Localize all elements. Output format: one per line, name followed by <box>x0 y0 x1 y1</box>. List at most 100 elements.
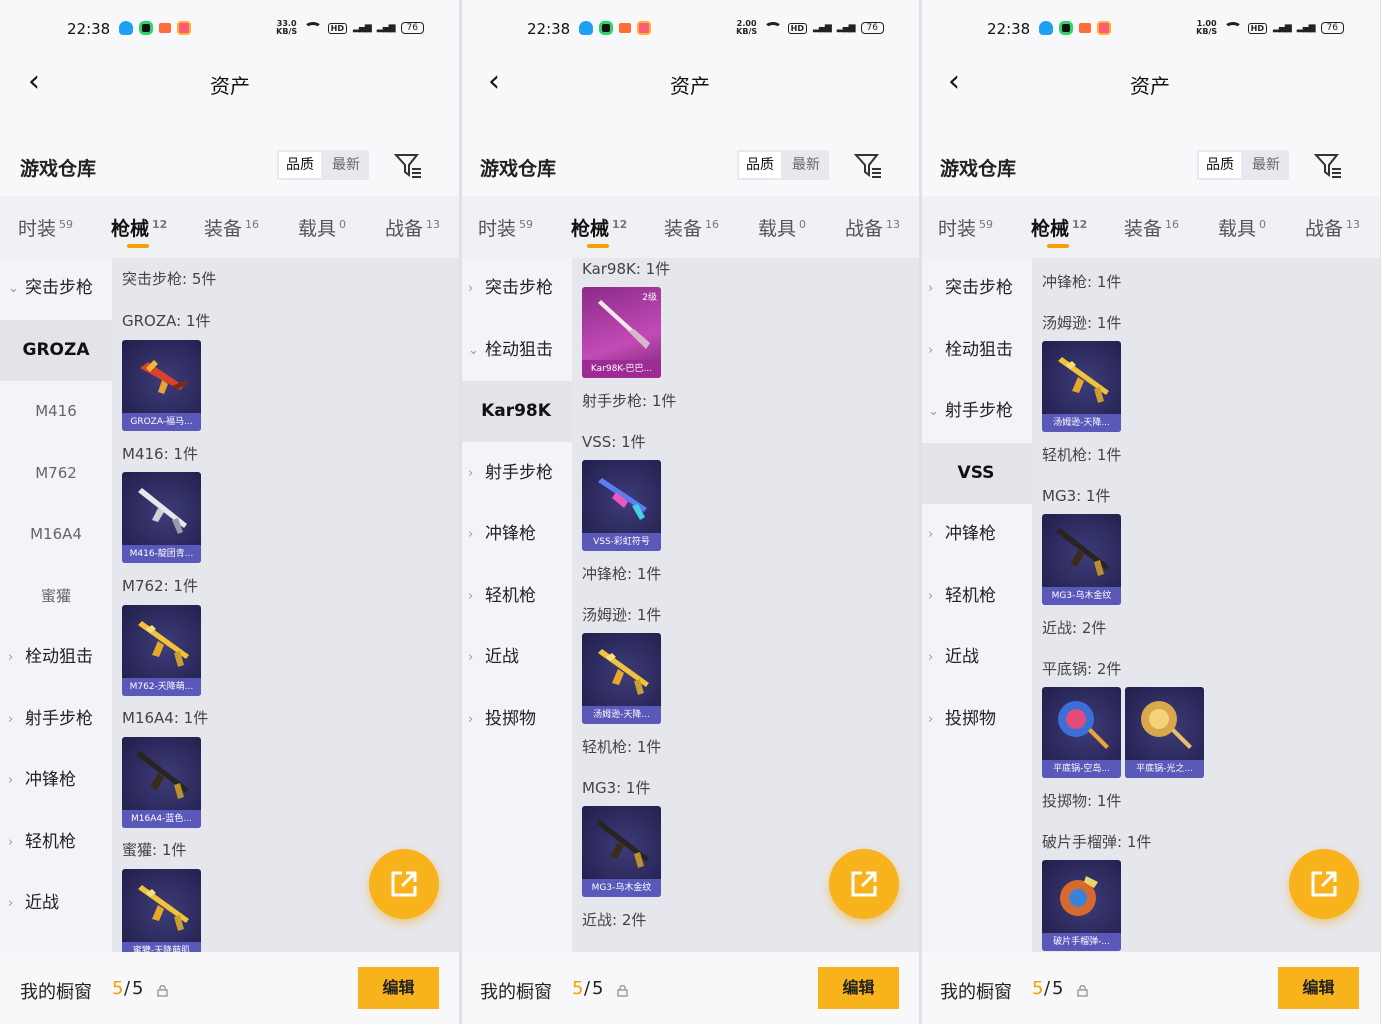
tab-2[interactable]: 装备 16 <box>1124 214 1179 241</box>
weapon-image <box>138 488 187 534</box>
chevron-right-icon: › <box>928 711 934 727</box>
edit-button[interactable]: 编辑 <box>1278 967 1359 1009</box>
skin-name-label: 汤姆逊-天降... <box>1042 414 1121 432</box>
sort-quality-button[interactable]: 品质 <box>1199 152 1241 178</box>
sidebar-category[interactable]: › 近战 <box>0 873 112 934</box>
group-heading: 突击步枪: 5件 <box>122 270 217 288</box>
weapon-skin-card[interactable]: 汤姆逊-天降... <box>582 633 661 724</box>
tab-0[interactable]: 时装 59 <box>938 214 993 241</box>
sidebar-category[interactable]: › 近战 <box>460 627 572 688</box>
chevron-right-icon: › <box>8 773 14 788</box>
sidebar-weapon-item[interactable]: VSS <box>920 442 1032 504</box>
showcase-total: 5 <box>1052 978 1064 999</box>
skin-name-label: MG3-乌木金纹 <box>1042 587 1121 605</box>
sidebar-category[interactable]: › 投掷物 <box>460 689 572 750</box>
filter-icon[interactable] <box>1313 150 1343 180</box>
edit-button[interactable]: 编辑 <box>818 967 899 1009</box>
sort-newest-button[interactable]: 最新 <box>1243 150 1289 180</box>
tab-4[interactable]: 战备 13 <box>845 214 900 241</box>
showcase-count: 5 <box>572 978 584 999</box>
tab-1[interactable]: 枪械 12 <box>1031 214 1087 248</box>
sidebar-category[interactable]: ⌄ 突击步枪 <box>0 258 112 319</box>
sidebar-category[interactable]: › 冲锋枪 <box>460 504 572 565</box>
sort-newest-button[interactable]: 最新 <box>783 150 829 180</box>
notification-icon <box>177 21 191 35</box>
share-external-icon[interactable] <box>1289 849 1359 919</box>
tab-0[interactable]: 时装 59 <box>18 214 73 241</box>
sort-quality-button[interactable]: 品质 <box>739 152 781 178</box>
showcase-count: 5 <box>1032 978 1044 999</box>
tab-2[interactable]: 装备 16 <box>664 214 719 241</box>
weapon-skin-card[interactable]: MG3-乌木金纹 <box>582 806 661 897</box>
tab-0[interactable]: 时装 59 <box>478 214 533 241</box>
sidebar-category[interactable]: › 栓动狙击 <box>0 627 112 688</box>
weapon-skin-card[interactable]: 2级 Kar98K-巴巴... <box>582 287 661 378</box>
tab-4[interactable]: 战备 13 <box>1305 214 1360 241</box>
tab-count: 12 <box>612 217 628 231</box>
sidebar-category[interactable]: ⌄ 栓动狙击 <box>460 320 572 381</box>
chevron-right-icon: › <box>8 896 14 911</box>
weapon-image <box>138 621 189 667</box>
tab-label: 时装 <box>938 218 977 240</box>
tab-count: 16 <box>705 217 720 231</box>
sort-newest-button[interactable]: 最新 <box>323 150 369 180</box>
tab-label: 载具 <box>298 218 337 240</box>
sidebar-category[interactable]: › 突击步枪 <box>920 258 1032 319</box>
weapon-skin-card[interactable]: M762-天降萌... <box>122 605 201 696</box>
sidebar-category[interactable]: › 射手步枪 <box>460 443 572 504</box>
status-time: 22:38 <box>527 20 571 38</box>
sidebar-category[interactable]: ⌄ 射手步枪 <box>920 381 1032 442</box>
weapon-skin-card[interactable]: 破片手榴弹-... <box>1042 860 1121 951</box>
edit-button[interactable]: 编辑 <box>358 967 439 1009</box>
sidebar-category[interactable]: › 投掷物 <box>920 689 1032 750</box>
tab-label: 战备 <box>385 218 424 240</box>
share-external-icon[interactable] <box>369 849 439 919</box>
sidebar-category[interactable]: › 轻机枪 <box>0 812 112 873</box>
tab-3[interactable]: 载具 0 <box>298 214 346 241</box>
sidebar-category-label: 冲锋枪 <box>945 524 996 544</box>
weapon-skin-card[interactable]: 蜜獾-天降萌肌 <box>122 869 201 952</box>
sidebar-weapon-item[interactable]: M16A4 <box>0 504 112 565</box>
battery-icon: 76 <box>400 22 424 34</box>
tab-3[interactable]: 载具 0 <box>758 214 806 241</box>
status-time: 22:38 <box>987 20 1031 38</box>
tab-3[interactable]: 载具 0 <box>1218 214 1266 241</box>
sidebar-weapon-item[interactable]: Kar98K <box>460 381 572 442</box>
share-external-icon[interactable] <box>829 849 899 919</box>
sidebar-category[interactable]: › 冲锋枪 <box>0 750 112 811</box>
weapon-skin-card[interactable]: 平底锅-空岛... <box>1042 687 1121 778</box>
sort-quality-button[interactable]: 品质 <box>279 152 321 178</box>
group-heading: 破片手榴弹: 1件 <box>1042 833 1152 851</box>
weapon-skin-card[interactable]: VSS-彩虹符号 <box>582 460 661 551</box>
phone-panel: 22:38 33.0 KB/S HD ▂▄▆ ▂▄▆ 76 ‹ 资产 游戏仓库 品质 最新 时装 59 枪… <box>0 0 460 1024</box>
sidebar-category[interactable]: › 突击步枪 <box>460 258 572 319</box>
sidebar-weapon-item[interactable]: 蜜獾 <box>0 566 112 627</box>
filter-icon[interactable] <box>853 150 883 180</box>
weapon-skin-card[interactable]: M16A4-蓝色... <box>122 737 201 828</box>
skin-name-label: M416-靛团青... <box>122 545 201 563</box>
tab-1[interactable]: 枪械 12 <box>111 214 167 248</box>
sidebar-weapon-item[interactable]: M416 <box>0 381 112 442</box>
tab-2[interactable]: 装备 16 <box>204 214 259 241</box>
skin-name-label: 破片手榴弹-... <box>1042 933 1121 951</box>
weapon-skin-card[interactable]: GROZA-福马... <box>122 340 201 431</box>
sidebar-category[interactable]: › 近战 <box>920 627 1032 688</box>
sidebar-category[interactable]: › 冲锋枪 <box>920 504 1032 565</box>
tab-4[interactable]: 战备 13 <box>385 214 440 241</box>
weapon-skin-card[interactable]: M416-靛团青... <box>122 472 201 563</box>
weapon-skin-card[interactable]: 汤姆逊-天降... <box>1042 341 1121 432</box>
tab-1[interactable]: 枪械 12 <box>571 214 628 248</box>
weapon-skin-card[interactable]: 平底锅-光之... <box>1125 687 1204 778</box>
sidebar-weapon-item[interactable]: GROZA <box>0 319 112 381</box>
sidebar-category[interactable]: › 轻机枪 <box>460 566 572 627</box>
sidebar-category[interactable]: › 栓动狙击 <box>920 320 1032 381</box>
notification-icon <box>599 21 613 35</box>
sidebar-weapon-item[interactable]: M762 <box>0 443 112 504</box>
filter-icon[interactable] <box>393 150 423 180</box>
weapon-skin-card[interactable]: MG3-乌木金纹 <box>1042 514 1121 605</box>
sidebar-category[interactable]: › 轻机枪 <box>920 566 1032 627</box>
sidebar-category[interactable]: › 射手步枪 <box>0 689 112 750</box>
tab-count: 59 <box>59 217 74 231</box>
group-heading: M416: 1件 <box>122 445 198 463</box>
chevron-right-icon: › <box>928 588 934 604</box>
